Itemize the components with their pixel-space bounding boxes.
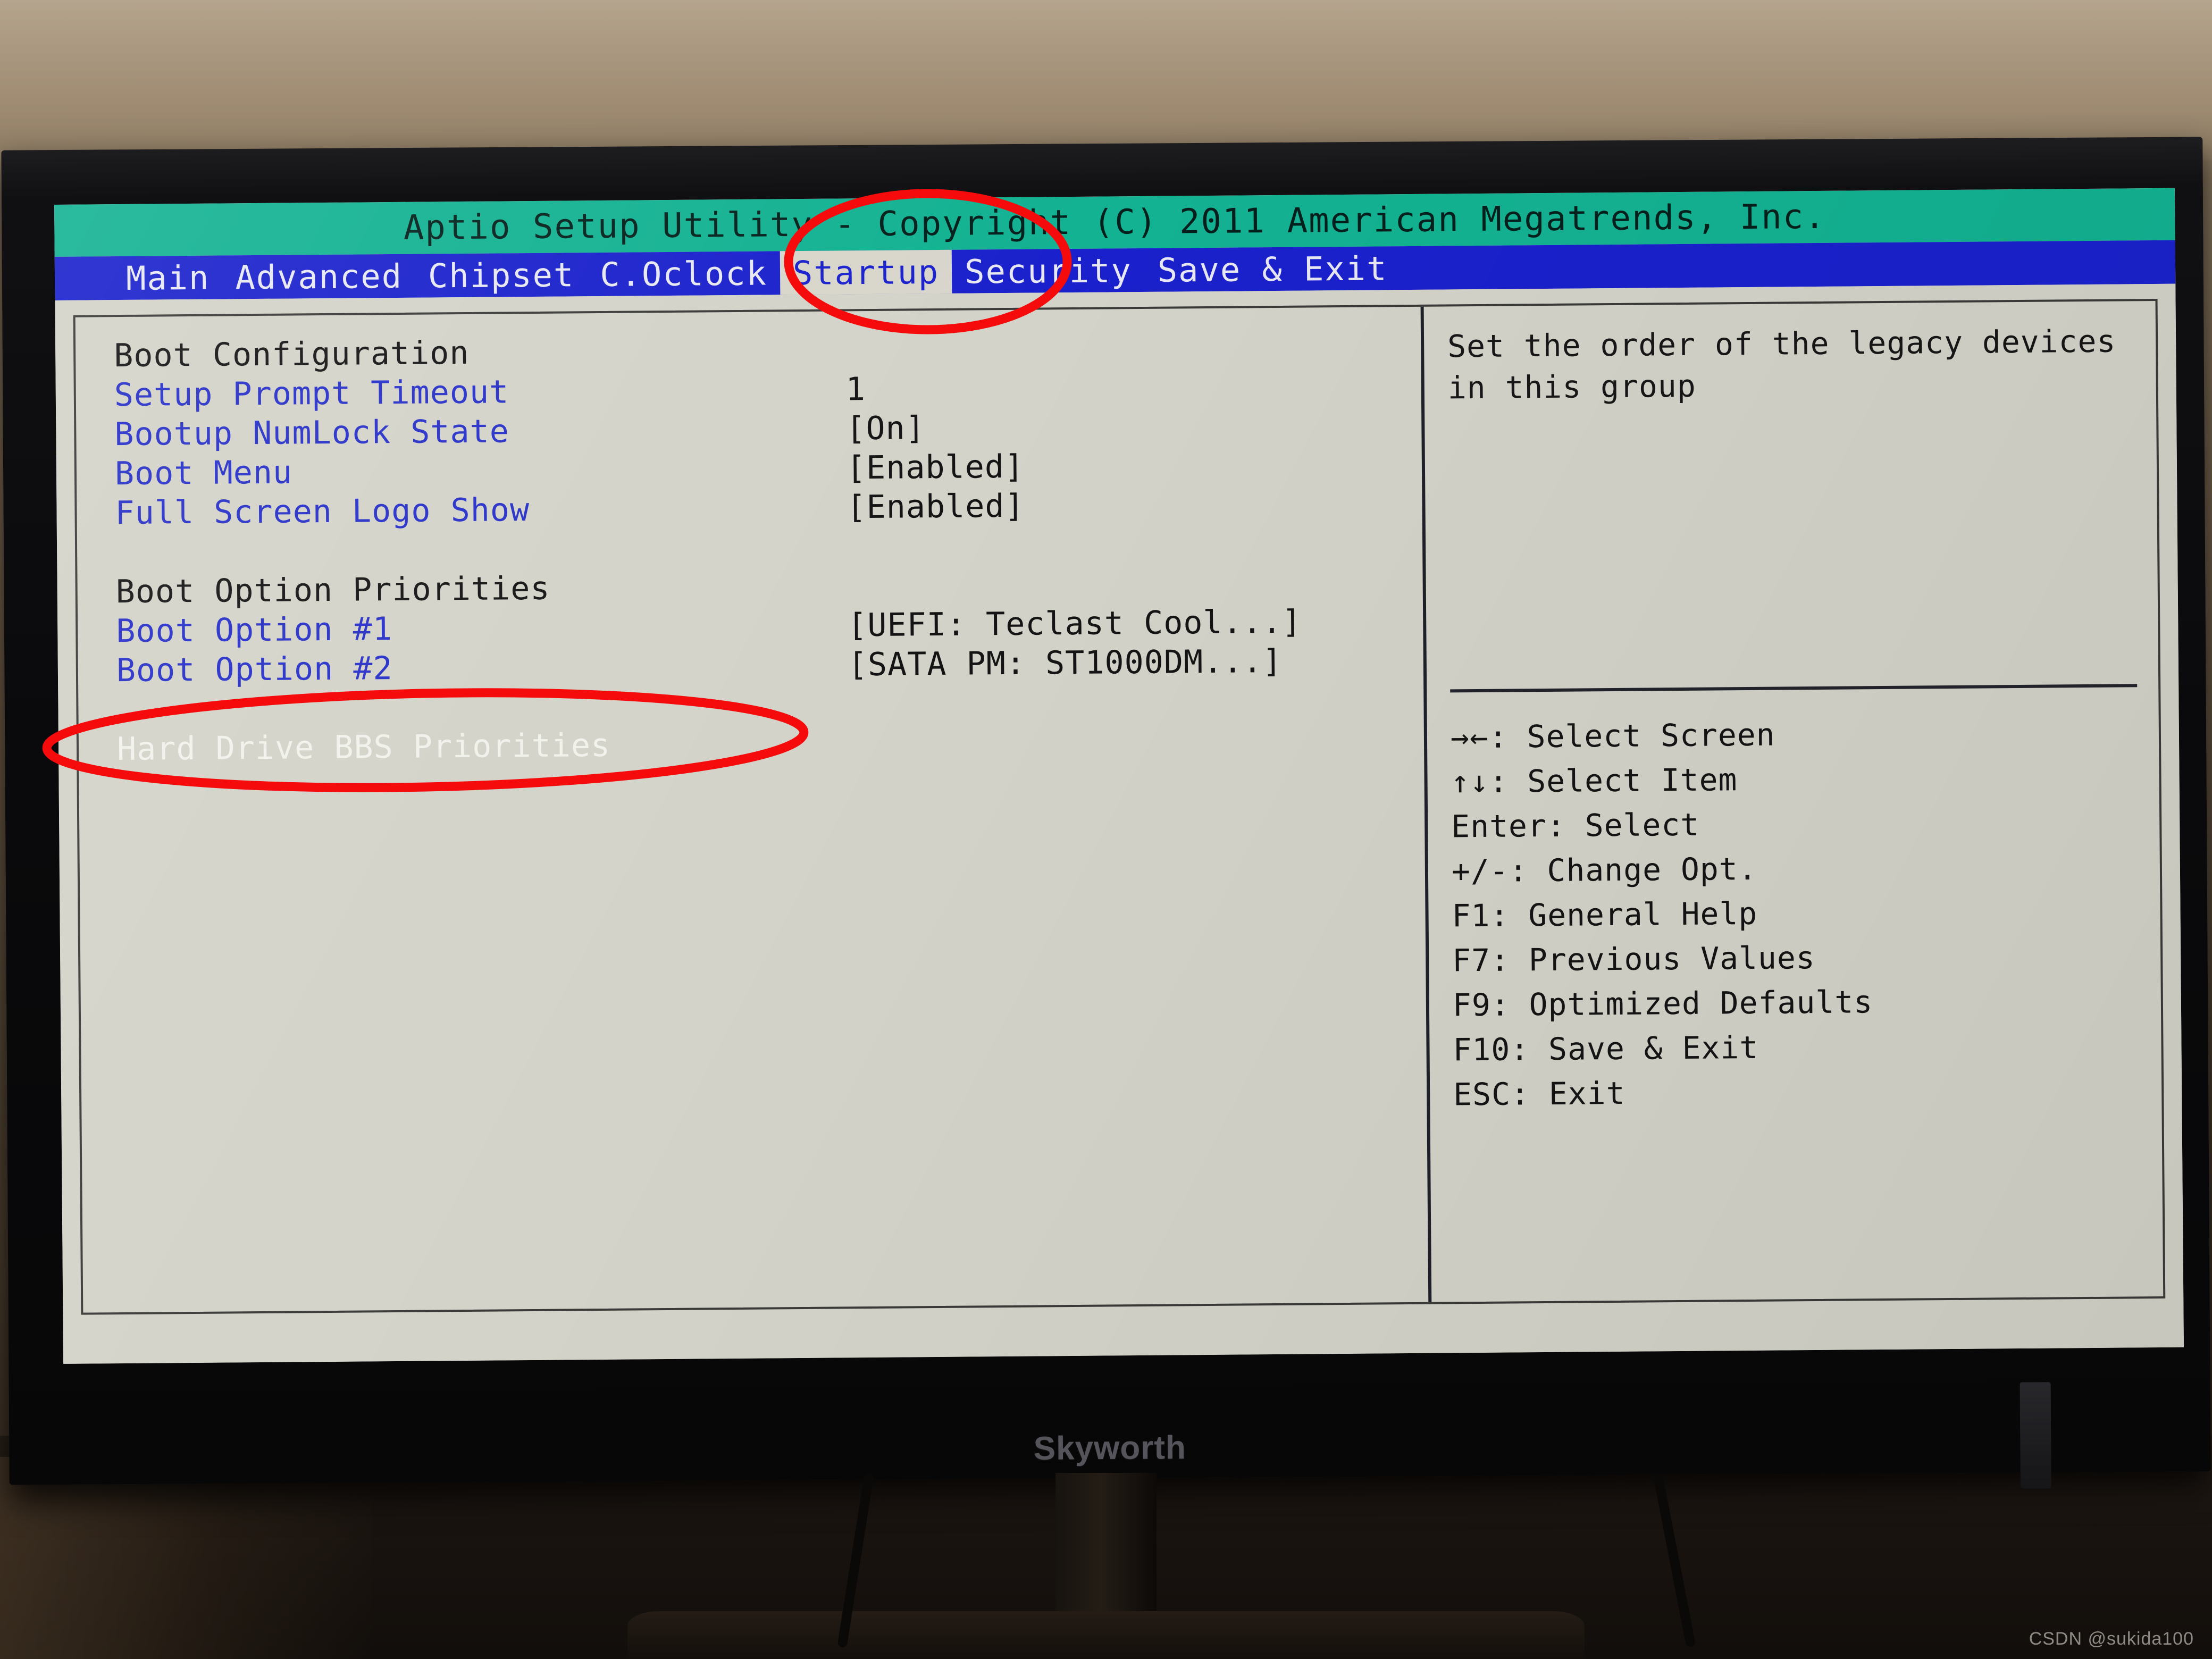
settings-pane: Boot Configuration Setup Prompt Timeout … <box>76 307 1429 1313</box>
tab-save-exit-label: Save & Exit <box>1157 248 1388 290</box>
help-pane: Set the order of the legacy devices in t… <box>1420 300 2164 1302</box>
tab-startup[interactable]: Startup <box>780 249 952 295</box>
setting-value[interactable]: [Enabled] <box>842 488 1025 526</box>
shortcut-general-help: F1: General Help <box>1452 895 1758 934</box>
bios-title-text: Aptio Setup Utility - Copyright (C) 2011… <box>403 197 1826 248</box>
shortcut-previous-values: F7: Previous Values <box>1452 940 1815 979</box>
desk-light-glow <box>0 1457 372 1659</box>
tab-advanced[interactable]: Advanced <box>222 254 415 299</box>
tab-chipset-label: Chipset <box>428 255 575 295</box>
section-header-label: Boot Option Priorities <box>115 569 550 611</box>
setting-value[interactable]: 1 <box>841 371 866 408</box>
tab-main-label: Main <box>125 258 210 298</box>
setting-label: Boot Menu <box>114 454 293 493</box>
photo-scene: Skyworth Aptio Setup Utility - Copyright… <box>0 0 2212 1659</box>
shortcut-esc-exit: ESC: Exit <box>1453 1075 1626 1113</box>
monitor-brand-logo: Skyworth <box>1033 1429 1187 1467</box>
tab-security-label: Security <box>964 250 1133 291</box>
shortcut-enter-select: Enter: Select <box>1451 806 1700 845</box>
tab-save-exit[interactable]: Save & Exit <box>1144 246 1400 292</box>
tab-coclock-label: C.Oclock <box>600 253 768 294</box>
setting-label: Bootup NumLock State <box>114 413 510 454</box>
setting-value[interactable]: [SATA PM: ST1000DM...] <box>844 643 1283 683</box>
monitor-stand-base <box>627 1611 1585 1659</box>
setting-value[interactable]: [On] <box>842 409 925 447</box>
setting-label: Setup Prompt Timeout <box>114 373 509 414</box>
watermark-text: CSDN @sukida100 <box>2029 1629 2194 1649</box>
setting-value[interactable]: [UEFI: Teclast Cool...] <box>843 604 1302 644</box>
tab-chipset[interactable]: Chipset <box>415 253 588 298</box>
shortcut-select-item: ↑↓: Select Item <box>1451 761 1738 800</box>
monitor-stand-neck <box>1055 1473 1157 1632</box>
help-divider <box>1450 684 2138 693</box>
shortcut-save-exit: F10: Save & Exit <box>1453 1029 1759 1068</box>
bios-panel-frame: Boot Configuration Setup Prompt Timeout … <box>73 298 2166 1315</box>
bios-body: Boot Configuration Setup Prompt Timeout … <box>55 283 2184 1364</box>
shortcut-select-screen: →←: Select Screen <box>1450 716 1775 756</box>
tab-coclock[interactable]: C.Oclock <box>587 251 780 296</box>
shortcut-change-opt: +/-: Change Opt. <box>1451 850 1757 890</box>
tab-advanced-label: Advanced <box>235 256 403 297</box>
bios-screen: Aptio Setup Utility - Copyright (C) 2011… <box>54 188 2184 1364</box>
tab-security[interactable]: Security <box>952 248 1145 294</box>
tab-main[interactable]: Main <box>113 256 223 300</box>
submenu-label: Hard Drive BBS Priorities <box>116 726 611 768</box>
power-button[interactable] <box>2020 1382 2051 1489</box>
help-description: Set the order of the legacy devices in t… <box>1447 323 2116 406</box>
setting-value[interactable]: [Enabled] <box>842 448 1025 487</box>
shortcut-optimized-defaults: F9: Optimized Defaults <box>1452 984 1873 1024</box>
setting-label: Full Screen Logo Show <box>115 491 530 532</box>
section-header-label: Boot Configuration <box>113 334 470 375</box>
tab-startup-label: Startup <box>792 252 940 292</box>
keyboard-shortcuts-list: →←: Select Screen ↑↓: Select Item Enter:… <box>1451 709 2149 1117</box>
setting-label: Boot Option #2 <box>116 650 393 690</box>
setting-label: Boot Option #1 <box>116 610 393 650</box>
